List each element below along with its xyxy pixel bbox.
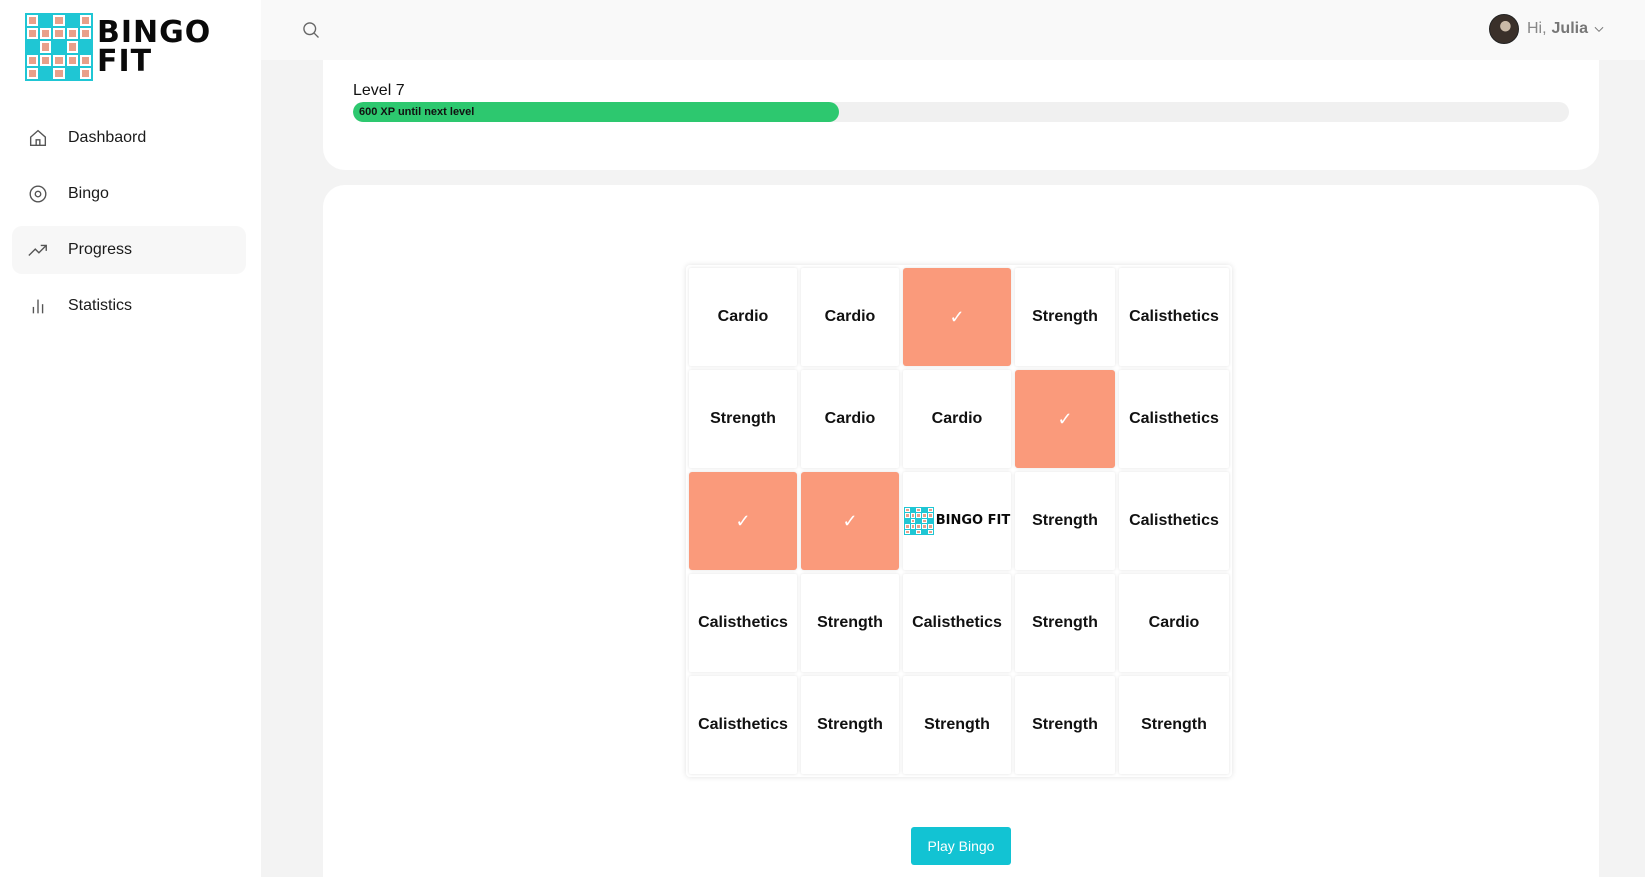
bingo-cell[interactable]: Strength [1119, 676, 1229, 774]
xp-text: 600 XP until next level [359, 106, 475, 118]
bingo-cell-label: Strength [924, 716, 990, 733]
sidebar-item-bingo[interactable]: Bingo [12, 170, 246, 218]
sidebar-item-label: Bingo [68, 185, 109, 202]
bingo-cell-completed[interactable]: ✓ [801, 472, 899, 570]
check-icon: ✓ [842, 510, 858, 531]
check-icon: ✓ [949, 306, 965, 327]
bingo-cell-label: Cardio [824, 308, 876, 325]
bingo-cell-completed[interactable]: ✓ [1015, 370, 1115, 468]
brand-line-1: BINGO [97, 15, 212, 50]
bingo-cell-label: Cardio [824, 410, 876, 427]
bingo-cell[interactable]: Calisthetics [689, 574, 797, 672]
bingo-cell[interactable]: Strength [689, 370, 797, 468]
bingo-cell-label: Calisthetics [1129, 308, 1219, 325]
home-icon [26, 126, 50, 150]
bingo-cell[interactable]: Strength [801, 676, 899, 774]
sidebar-item-progress[interactable]: Progress [12, 226, 246, 274]
bingo-cell-label: Calisthetics [698, 716, 788, 733]
xp-progress-fill: 600 XP until next level [353, 102, 840, 122]
bingo-cell[interactable]: Strength [1015, 574, 1115, 672]
bingo-cell-label: Strength [1032, 716, 1098, 733]
bingo-cell[interactable]: Calisthetics [1119, 472, 1229, 570]
sidebar-item-label: Statistics [68, 297, 133, 314]
bingo-cell-label: Strength [1141, 716, 1207, 733]
check-icon: ✓ [735, 510, 751, 531]
sidebar-item-label: Dashbaord [68, 129, 147, 146]
bingo-cell-label: Strength [817, 614, 883, 631]
bingo-cell[interactable]: Strength [1015, 268, 1115, 366]
xp-progress-bar: 600 XP until next level [353, 102, 1569, 122]
brand-line-2: FIT [97, 44, 153, 79]
logo-grid-icon [25, 13, 93, 81]
bingo-cell[interactable]: Cardio [801, 370, 899, 468]
bingo-cell[interactable]: Cardio [801, 268, 899, 366]
sidebar-nav: Dashbaord Bingo Progress Statistics [12, 114, 246, 338]
bingo-cell-label: Calisthetics [1129, 512, 1219, 529]
bingo-card: Cardio Cardio ✓ Strength Calisthetics Strengt… [323, 185, 1599, 877]
level-card: Level 7 600 XP until next level [323, 60, 1599, 170]
sidebar: BINGO FIT Dashbaord Bingo Progress Stati… [0, 0, 261, 877]
bingo-cell[interactable]: Cardio [689, 268, 797, 366]
top-header: Hi, Julia [261, 0, 1645, 60]
bingo-cell[interactable]: Calisthetics [689, 676, 797, 774]
bingo-cell-label: Calisthetics [698, 614, 788, 631]
user-menu[interactable]: Hi, Julia [1488, 14, 1606, 44]
brand-text: BINGO FIT [97, 15, 212, 79]
bingo-cell-label: Strength [1032, 512, 1098, 529]
bingo-cell[interactable]: Strength [1015, 472, 1115, 570]
bingo-cell[interactable]: Calisthetics [1119, 268, 1229, 366]
target-icon [26, 182, 50, 206]
brand-logo[interactable]: BINGO FIT [25, 13, 211, 81]
bar-chart-icon [26, 294, 50, 318]
sidebar-item-dashboard[interactable]: Dashbaord [12, 114, 246, 162]
bingo-cell[interactable]: Cardio [903, 370, 1011, 468]
user-name: Julia [1551, 20, 1588, 37]
bingo-cell-label: Strength [817, 716, 883, 733]
bingo-cell[interactable]: Cardio [1119, 574, 1229, 672]
sidebar-item-label: Progress [68, 241, 133, 258]
bingo-cell-label: Cardio [717, 308, 769, 325]
bingo-cell-label: Strength [710, 410, 776, 427]
bingo-cell[interactable]: Calisthetics [903, 574, 1011, 672]
check-icon: ✓ [1057, 408, 1073, 429]
trending-up-icon [26, 238, 50, 262]
bingo-fit-logo-text: BINGO FIT [935, 513, 1011, 528]
bingo-cell-completed[interactable]: ✓ [689, 472, 797, 570]
bingo-board: Cardio Cardio ✓ Strength Calisthetics Strengt… [686, 265, 1232, 777]
level-label: Level 7 [353, 82, 405, 99]
avatar[interactable] [1488, 14, 1519, 44]
bingo-cell[interactable]: Calisthetics [1119, 370, 1229, 468]
bingo-cell[interactable]: Strength [1015, 676, 1115, 774]
search-icon[interactable] [301, 20, 321, 40]
bingo-fit-logo: BINGO FIT [903, 507, 1011, 535]
greeting: Hi, [1526, 20, 1547, 37]
bingo-cell[interactable]: Strength [903, 676, 1011, 774]
play-bingo-button[interactable]: Play Bingo [911, 827, 1011, 865]
bingo-center-logo-cell: BINGO FIT [903, 472, 1011, 570]
sidebar-item-statistics[interactable]: Statistics [12, 282, 246, 330]
bingo-cell-label: Cardio [1148, 614, 1200, 631]
bingo-cell-label: Calisthetics [912, 614, 1002, 631]
bingo-cell-label: Cardio [931, 410, 983, 427]
logo-grid-icon [903, 507, 934, 535]
chevron-down-icon[interactable] [1592, 22, 1606, 36]
bingo-cell[interactable]: Strength [801, 574, 899, 672]
bingo-cell-label: Strength [1032, 614, 1098, 631]
bingo-cell-label: Calisthetics [1129, 410, 1219, 427]
bingo-cell-label: Strength [1032, 308, 1098, 325]
bingo-cell-completed[interactable]: ✓ [903, 268, 1011, 366]
